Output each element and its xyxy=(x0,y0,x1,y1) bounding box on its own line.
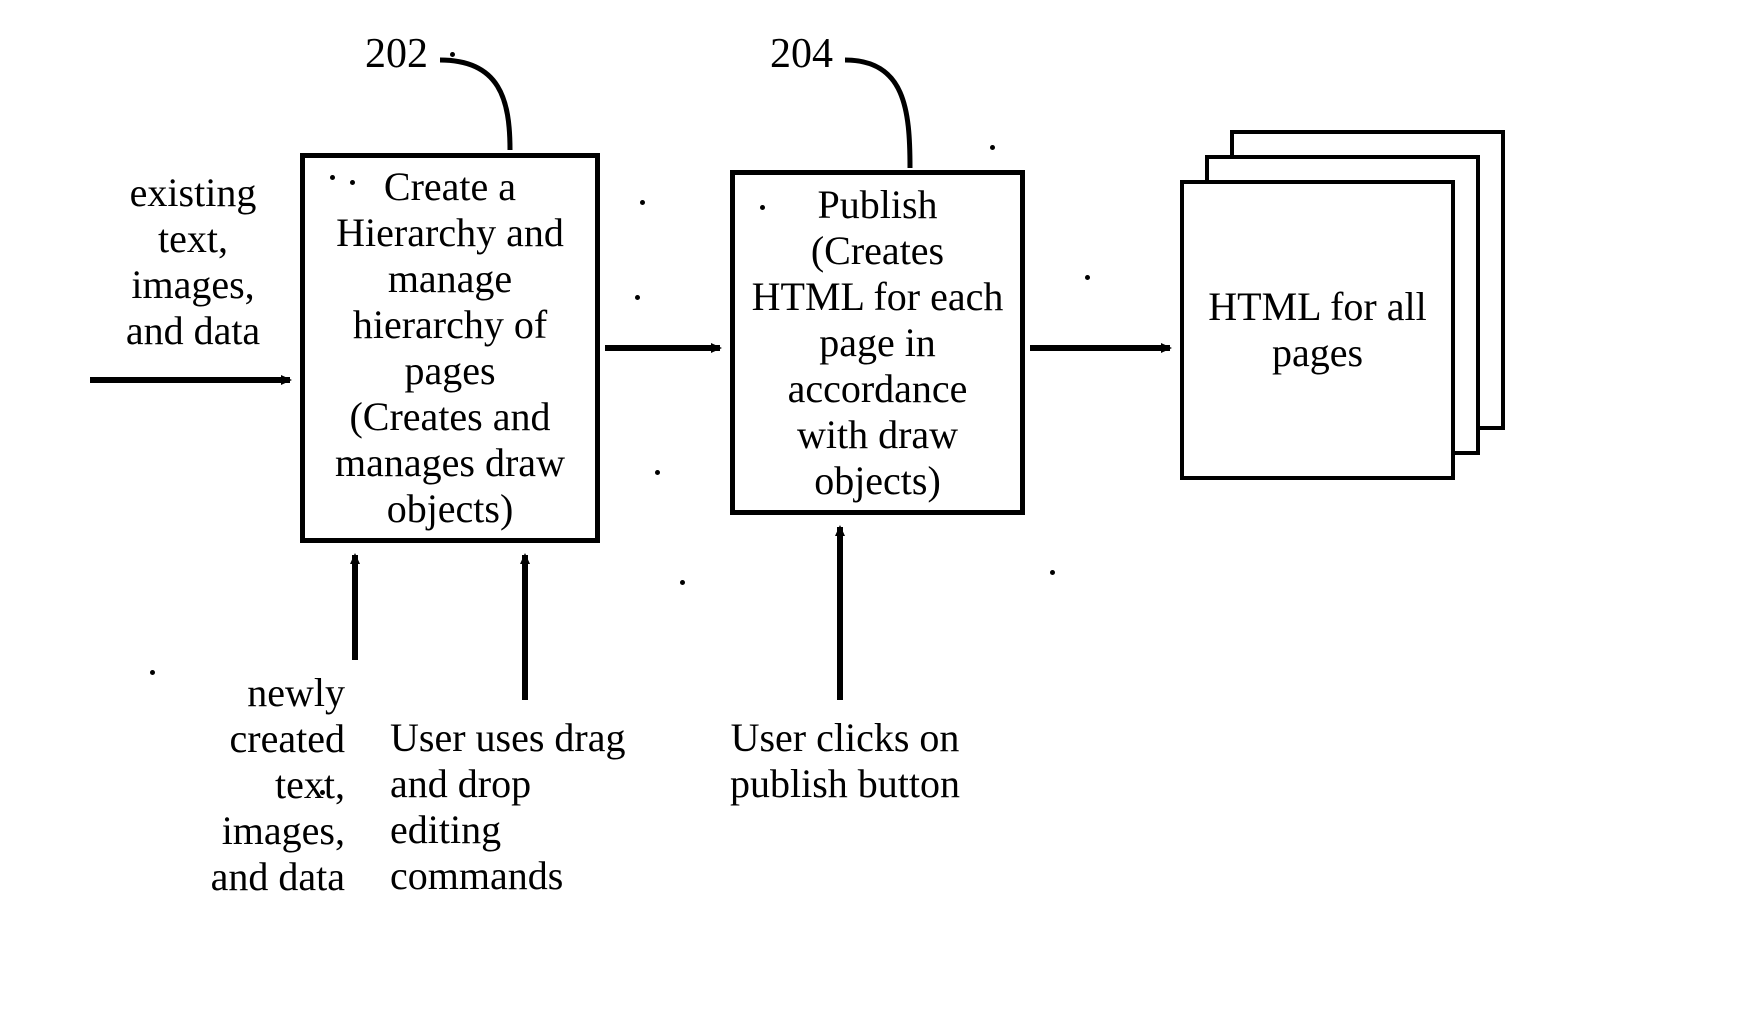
output-text: HTML for all pages xyxy=(1208,284,1426,376)
box-create-hierarchy: Create a Hierarchy and manage hierarchy … xyxy=(300,153,600,543)
box-publish-text: Publish (Creates HTML for each page in a… xyxy=(752,182,1004,504)
label-existing-input: existing text, images, and data xyxy=(98,170,288,354)
ref-204: 204 xyxy=(770,30,833,78)
label-publish-click: User clicks on publish button xyxy=(695,715,995,807)
ref-202: 202 xyxy=(365,30,428,78)
output-page-front: HTML for all pages xyxy=(1180,180,1455,480)
diagram-canvas: 202 204 existing text, images, and data … xyxy=(0,0,1737,1034)
box-create-hierarchy-text: Create a Hierarchy and manage hierarchy … xyxy=(335,164,565,532)
box-publish: Publish (Creates HTML for each page in a… xyxy=(730,170,1025,515)
label-drag-drop: User uses drag and drop editing commands xyxy=(390,715,690,899)
label-newly-created: newly created text, images, and data xyxy=(145,670,345,900)
